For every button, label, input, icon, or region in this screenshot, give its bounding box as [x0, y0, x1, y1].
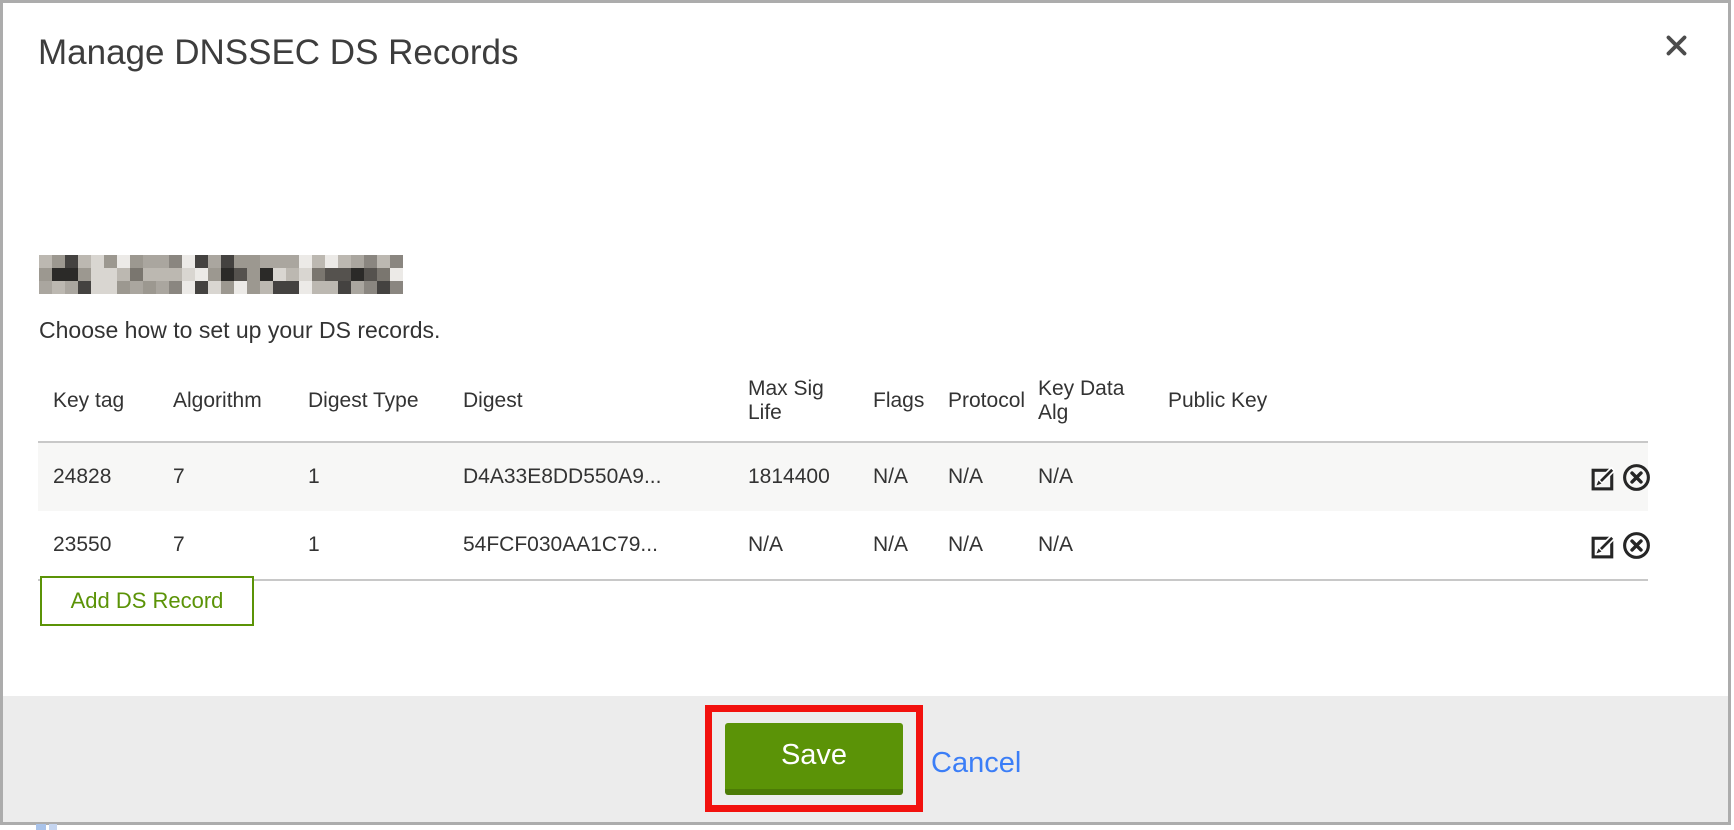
col-digest-type: Digest Type — [293, 363, 448, 442]
edit-icon — [1589, 481, 1620, 496]
instruction-text: Choose how to set up your DS records. — [39, 317, 440, 344]
cancel-link[interactable]: Cancel — [931, 747, 1021, 780]
row-actions — [1573, 511, 1648, 580]
cell-digest-type: 1 — [293, 511, 448, 580]
col-algorithm: Algorithm — [158, 363, 293, 442]
delete-circle-x-icon — [1621, 481, 1652, 496]
cell-digest: D4A33E8DD550A9... — [448, 442, 733, 511]
edit-record-button[interactable] — [1589, 462, 1620, 493]
cell-key-tag: 24828 — [38, 442, 158, 511]
edit-record-button[interactable] — [1589, 530, 1620, 561]
col-max-sig-life: Max Sig Life — [733, 363, 858, 442]
col-digest: Digest — [448, 363, 733, 442]
col-key-data-alg: Key Data Alg — [1023, 363, 1153, 442]
cell-flags: N/A — [858, 511, 933, 580]
cell-protocol: N/A — [933, 442, 1023, 511]
redacted-domain-name — [39, 255, 403, 294]
cell-key-data-alg: N/A — [1023, 511, 1153, 580]
col-protocol: Protocol — [933, 363, 1023, 442]
delete-record-button[interactable] — [1621, 530, 1652, 561]
table-header-row: Key tag Algorithm Digest Type Digest Max… — [38, 363, 1648, 442]
col-flags: Flags — [858, 363, 933, 442]
cell-key-tag: 23550 — [38, 511, 158, 580]
cell-protocol: N/A — [933, 511, 1023, 580]
cell-max-sig-life: 1814400 — [733, 442, 858, 511]
edit-icon — [1589, 549, 1620, 564]
table-row: 23550 7 1 54FCF030AA1C79... N/A N/A N/A … — [38, 511, 1648, 580]
cell-algorithm: 7 — [158, 511, 293, 580]
cell-max-sig-life: N/A — [733, 511, 858, 580]
col-public-key: Public Key — [1153, 363, 1573, 442]
row-actions — [1573, 442, 1648, 511]
cell-public-key — [1153, 442, 1573, 511]
cell-digest: 54FCF030AA1C79... — [448, 511, 733, 580]
close-button[interactable] — [1660, 31, 1692, 63]
cell-key-data-alg: N/A — [1023, 442, 1153, 511]
col-key-tag: Key tag — [38, 363, 158, 442]
save-button[interactable]: Save — [725, 723, 903, 795]
col-actions — [1573, 363, 1648, 442]
background-page-artifact — [49, 824, 57, 830]
delete-circle-x-icon — [1621, 549, 1652, 564]
cell-flags: N/A — [858, 442, 933, 511]
table-row: 24828 7 1 D4A33E8DD550A9... 1814400 N/A … — [38, 442, 1648, 511]
delete-record-button[interactable] — [1621, 462, 1652, 493]
cell-public-key — [1153, 511, 1573, 580]
cell-algorithm: 7 — [158, 442, 293, 511]
cell-digest-type: 1 — [293, 442, 448, 511]
manage-dnssec-modal: Manage DNSSEC DS Records Choose how to s… — [0, 0, 1731, 825]
close-icon — [1663, 32, 1690, 62]
add-ds-record-button[interactable]: Add DS Record — [40, 576, 254, 626]
background-page-artifact — [36, 824, 46, 830]
page-title: Manage DNSSEC DS Records — [38, 33, 518, 73]
ds-records-table: Key tag Algorithm Digest Type Digest Max… — [38, 363, 1648, 581]
